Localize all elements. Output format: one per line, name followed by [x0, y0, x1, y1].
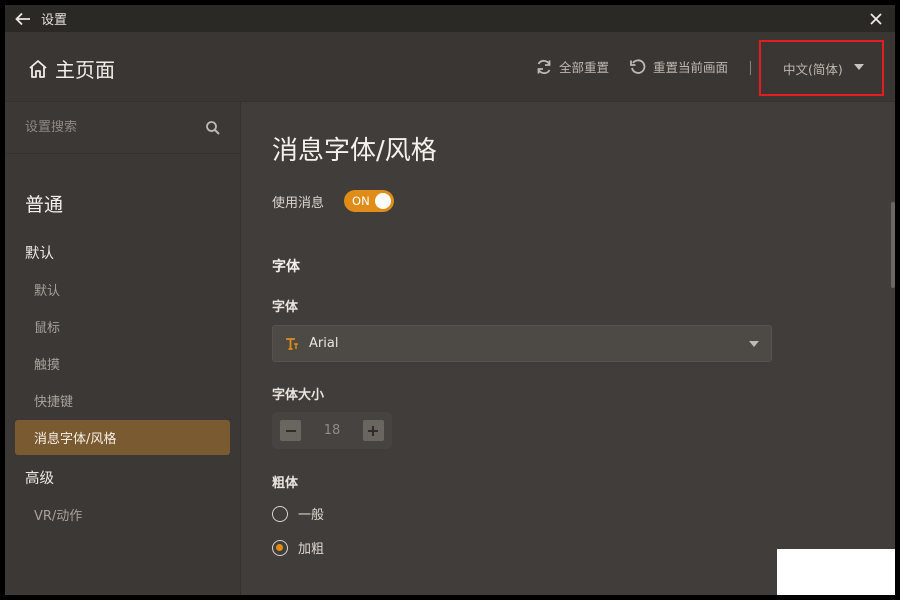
bold-option-bold[interactable]: 加粗 — [272, 538, 324, 557]
font-size-stepper: 18 — [272, 412, 392, 449]
sidebar-item-vr-motion[interactable]: VR/动作 — [15, 497, 230, 532]
header-bar: 主页面 全部重置 重置当前画面 中文(简体) — [5, 32, 895, 102]
sidebar-item-label: 消息字体/风格 — [34, 432, 117, 447]
page-title: 消息字体/风格 — [272, 136, 437, 166]
toggle-knob — [375, 193, 392, 209]
radio-button[interactable] — [272, 539, 288, 556]
font-dropdown[interactable]: Arial — [272, 325, 772, 362]
home-icon — [29, 59, 47, 78]
font-label: 字体 — [272, 300, 299, 315]
chevron-down-icon — [749, 341, 759, 347]
reset-page-button[interactable]: 重置当前画面 — [629, 57, 728, 76]
reset-page-label: 重置当前画面 — [653, 60, 729, 75]
arrow-left-icon — [15, 12, 30, 25]
reset-all-button[interactable]: 全部重置 — [535, 57, 609, 76]
increment-button[interactable] — [362, 420, 384, 441]
use-message-label: 使用消息 — [272, 195, 325, 211]
decrement-button[interactable] — [280, 420, 301, 441]
settings-window: 设置 主页面 全部重置 重置当前画面 中文(简体) 设置搜索 普通 默认 默认 … — [5, 5, 895, 595]
sidebar-item-label: 鼠标 — [34, 321, 61, 336]
font-size-label: 字体大小 — [272, 388, 325, 403]
reset-icon — [630, 58, 646, 74]
back-button[interactable] — [5, 5, 41, 32]
home-link[interactable]: 主页面 — [27, 54, 115, 83]
main-panel: 消息字体/风格 使用消息 ON 字体 字体 Arial 字体大小 18 粗体 一… — [242, 102, 895, 595]
search-icon[interactable] — [205, 120, 221, 136]
home-label: 主页面 — [55, 58, 115, 82]
bold-option-label: 一般 — [298, 508, 325, 523]
close-button[interactable] — [863, 5, 889, 32]
refresh-icon — [537, 59, 551, 74]
sidebar-item-message-font[interactable]: 消息字体/风格 — [15, 420, 230, 455]
language-value: 中文(简体) — [783, 61, 843, 77]
window-title: 设置 — [41, 13, 68, 28]
toggle-state-label: ON — [352, 194, 370, 208]
language-dropdown[interactable]: 中文(简体) — [759, 40, 884, 96]
title-bar: 设置 — [5, 5, 895, 32]
sidebar: 普通 默认 默认 鼠标 触摸 快捷键 消息字体/风格 高级 VR/动作 — [5, 102, 241, 595]
bold-option-label: 加粗 — [298, 542, 325, 557]
sidebar-heading-general: 普通 — [25, 194, 64, 216]
header-divider — [750, 61, 751, 75]
sidebar-item-label: VR/动作 — [34, 509, 83, 524]
sidebar-item-label: 默认 — [34, 284, 61, 299]
sidebar-item-label: 触摸 — [34, 358, 61, 373]
plus-icon — [368, 425, 379, 436]
search-bar — [5, 102, 241, 154]
sidebar-item-touch[interactable]: 触摸 — [15, 346, 230, 381]
bold-label: 粗体 — [272, 476, 299, 491]
font-value: Arial — [309, 336, 339, 351]
font-icon — [286, 337, 298, 350]
overlay-box — [777, 549, 895, 595]
sidebar-item-shortcuts[interactable]: 快捷键 — [15, 383, 230, 418]
font-size-value[interactable]: 18 — [324, 423, 341, 438]
use-message-row: 使用消息 ON — [272, 190, 395, 212]
section-heading-font: 字体 — [272, 259, 300, 275]
sidebar-heading-advanced[interactable]: 高级 — [25, 467, 54, 488]
sidebar-item-label: 快捷键 — [34, 395, 74, 410]
scrollbar[interactable] — [891, 202, 895, 288]
sidebar-heading-default[interactable]: 默认 — [25, 242, 54, 263]
bold-option-normal[interactable]: 一般 — [272, 504, 324, 523]
use-message-toggle[interactable]: ON — [344, 190, 395, 212]
radio-button[interactable] — [272, 505, 288, 522]
search-input[interactable] — [25, 120, 205, 135]
sidebar-item-default[interactable]: 默认 — [15, 272, 230, 307]
minus-icon — [285, 429, 296, 432]
screen-frame: 设置 主页面 全部重置 重置当前画面 中文(简体) 设置搜索 普通 默认 默认 … — [0, 0, 900, 600]
chevron-down-icon — [854, 64, 864, 70]
reset-all-label: 全部重置 — [559, 60, 610, 75]
close-icon — [870, 12, 882, 25]
sidebar-item-mouse[interactable]: 鼠标 — [15, 309, 230, 344]
